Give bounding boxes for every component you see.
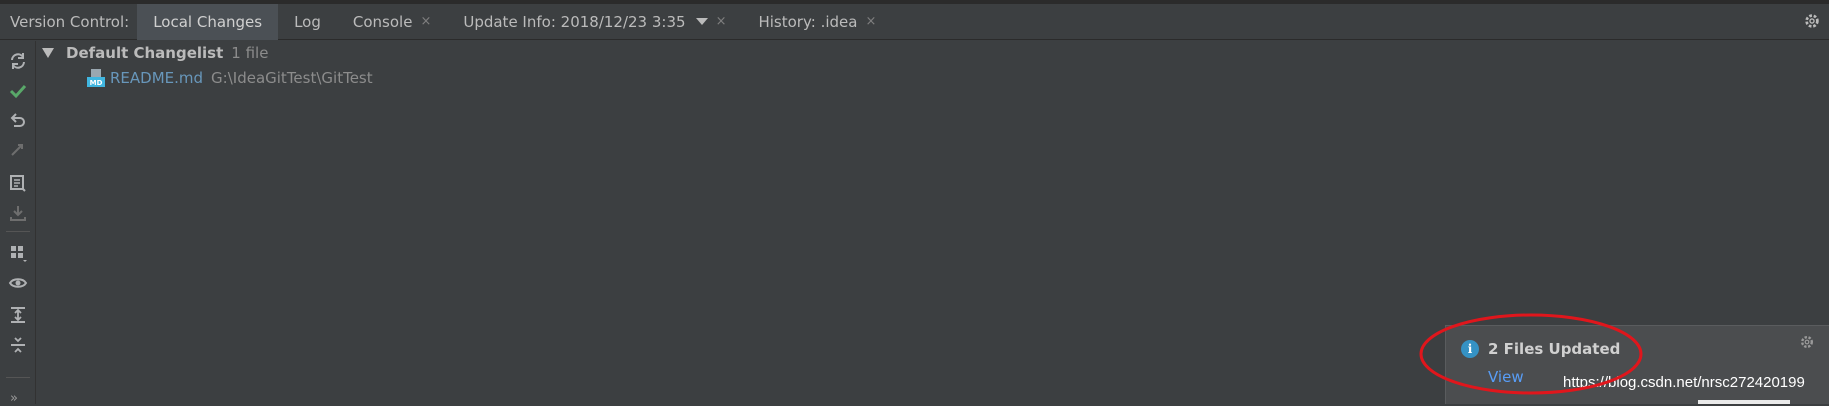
file-row[interactable]: MD README.md G:\IdeaGitTest\GitTest <box>86 66 373 90</box>
svg-text:MD: MD <box>90 79 103 87</box>
close-tab-icon[interactable]: × <box>420 14 431 29</box>
tab-log[interactable]: Log <box>278 4 337 40</box>
rollback-icon[interactable] <box>4 107 32 135</box>
view-options-icon[interactable] <box>4 269 32 297</box>
gear-icon[interactable] <box>1799 334 1815 354</box>
expand-triangle-icon[interactable] <box>42 48 54 58</box>
shelve-icon[interactable] <box>4 199 32 227</box>
group-by-icon[interactable] <box>4 239 32 267</box>
changes-toolbar: » <box>0 41 36 406</box>
toolbar-separator <box>6 231 30 232</box>
file-name: README.md <box>110 69 204 87</box>
tab-local-changes[interactable]: Local Changes <box>137 3 279 40</box>
show-diff-icon[interactable] <box>4 137 32 165</box>
refresh-icon[interactable] <box>4 47 32 75</box>
toolbar-separator <box>6 377 30 378</box>
annotation-ellipse <box>1419 313 1643 395</box>
tab-label: Local Changes <box>153 12 263 31</box>
tool-window-title: Version Control: <box>10 12 130 31</box>
close-tab-icon[interactable]: × <box>716 14 727 29</box>
tab-update-info[interactable]: Update Info: 2018/12/23 3:35 × <box>447 4 742 40</box>
changelist-count: 1 file <box>231 44 269 62</box>
changelist-name: Default Changelist <box>66 44 224 62</box>
file-path: G:\IdeaGitTest\GitTest <box>211 69 373 87</box>
close-tab-icon[interactable]: × <box>865 14 876 29</box>
expand-all-icon[interactable] <box>4 301 32 329</box>
tab-label: Console <box>352 12 413 31</box>
tab-console[interactable]: Console × <box>337 4 447 40</box>
tab-label: Log <box>294 12 321 31</box>
tab-history[interactable]: History: .idea × <box>742 4 892 40</box>
dropdown-arrow-icon[interactable] <box>695 18 708 25</box>
changelist-icon[interactable] <box>4 169 32 197</box>
markdown-file-icon: MD <box>87 69 105 87</box>
collapse-all-icon[interactable] <box>4 331 32 359</box>
tab-label: History: .idea <box>758 12 858 31</box>
tool-window-tabbar: Version Control: Local Changes Log Conso… <box>0 3 1829 40</box>
commit-check-icon[interactable] <box>4 77 32 105</box>
tab-label: Update Info: 2018/12/23 3:35 <box>463 12 686 31</box>
changelist-node[interactable]: Default Changelist 1 file <box>42 41 268 65</box>
taskbar-fragment <box>1698 400 1790 404</box>
gear-icon[interactable] <box>1803 12 1821 34</box>
